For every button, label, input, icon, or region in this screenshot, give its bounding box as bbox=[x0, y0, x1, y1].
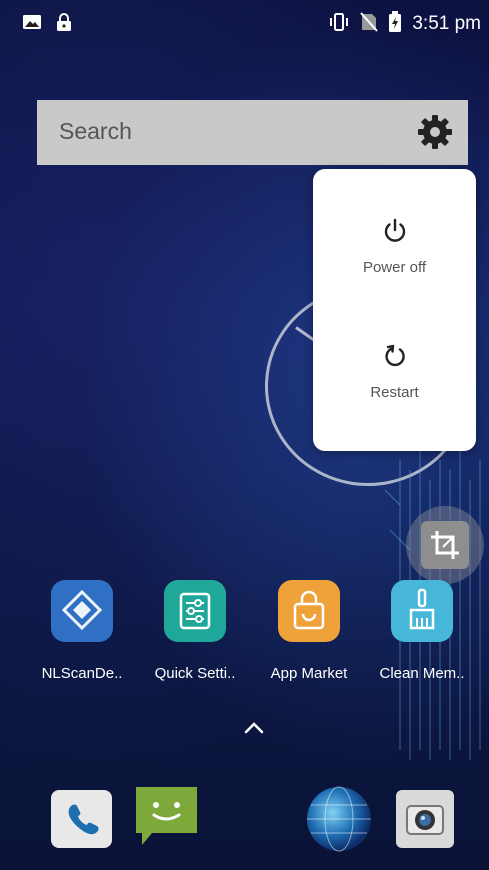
phone-icon bbox=[51, 804, 112, 852]
browser-globe-icon bbox=[305, 786, 373, 857]
dock-browser-button[interactable] bbox=[305, 785, 373, 853]
lock-icon bbox=[56, 12, 72, 36]
shopping-bag-icon bbox=[278, 580, 340, 642]
power-menu: Power off Restart bbox=[313, 169, 476, 451]
app-clean-memory[interactable]: Clean Mem.. bbox=[367, 580, 477, 682]
app-label: Quick Setti.. bbox=[154, 665, 236, 682]
app-quick-settings[interactable]: Quick Setti.. bbox=[140, 580, 250, 682]
messages-icon bbox=[134, 787, 199, 854]
gear-icon[interactable] bbox=[416, 113, 454, 151]
dock-phone-button[interactable] bbox=[51, 790, 112, 848]
search-placeholder: Search bbox=[59, 118, 132, 144]
power-off-button[interactable]: Power off bbox=[313, 217, 476, 276]
crop-icon bbox=[421, 531, 469, 573]
restart-icon bbox=[381, 342, 409, 370]
app-label: App Market bbox=[270, 665, 348, 682]
dock-messages-button[interactable] bbox=[134, 785, 199, 850]
app-label: Clean Mem.. bbox=[379, 665, 465, 682]
image-icon bbox=[22, 14, 42, 34]
chevron-up-icon[interactable] bbox=[243, 721, 265, 735]
app-market[interactable]: App Market bbox=[254, 580, 364, 682]
status-bar: 3:51 pm bbox=[0, 0, 489, 46]
restart-button[interactable]: Restart bbox=[313, 342, 476, 401]
status-time: 3:51 pm bbox=[412, 13, 481, 34]
camera-icon bbox=[396, 805, 454, 852]
nlscan-icon bbox=[51, 580, 113, 642]
restart-label: Restart bbox=[370, 384, 419, 401]
broom-icon bbox=[391, 580, 453, 642]
floating-crop-button[interactable] bbox=[406, 506, 484, 584]
search-bar[interactable]: Search bbox=[37, 100, 468, 165]
power-off-label: Power off bbox=[362, 259, 427, 276]
battery-charging-icon bbox=[388, 11, 402, 37]
app-nlscan[interactable]: NLScanDe.. bbox=[27, 580, 137, 682]
power-icon bbox=[381, 217, 409, 245]
vibrate-icon bbox=[328, 12, 350, 36]
sliders-icon bbox=[164, 580, 226, 642]
no-sim-icon bbox=[360, 12, 379, 36]
home-screen: 3:51 pm Search Power off Restart NLScanD… bbox=[0, 0, 489, 870]
dock-camera-button[interactable] bbox=[396, 790, 454, 848]
app-label: NLScanDe.. bbox=[41, 665, 123, 682]
